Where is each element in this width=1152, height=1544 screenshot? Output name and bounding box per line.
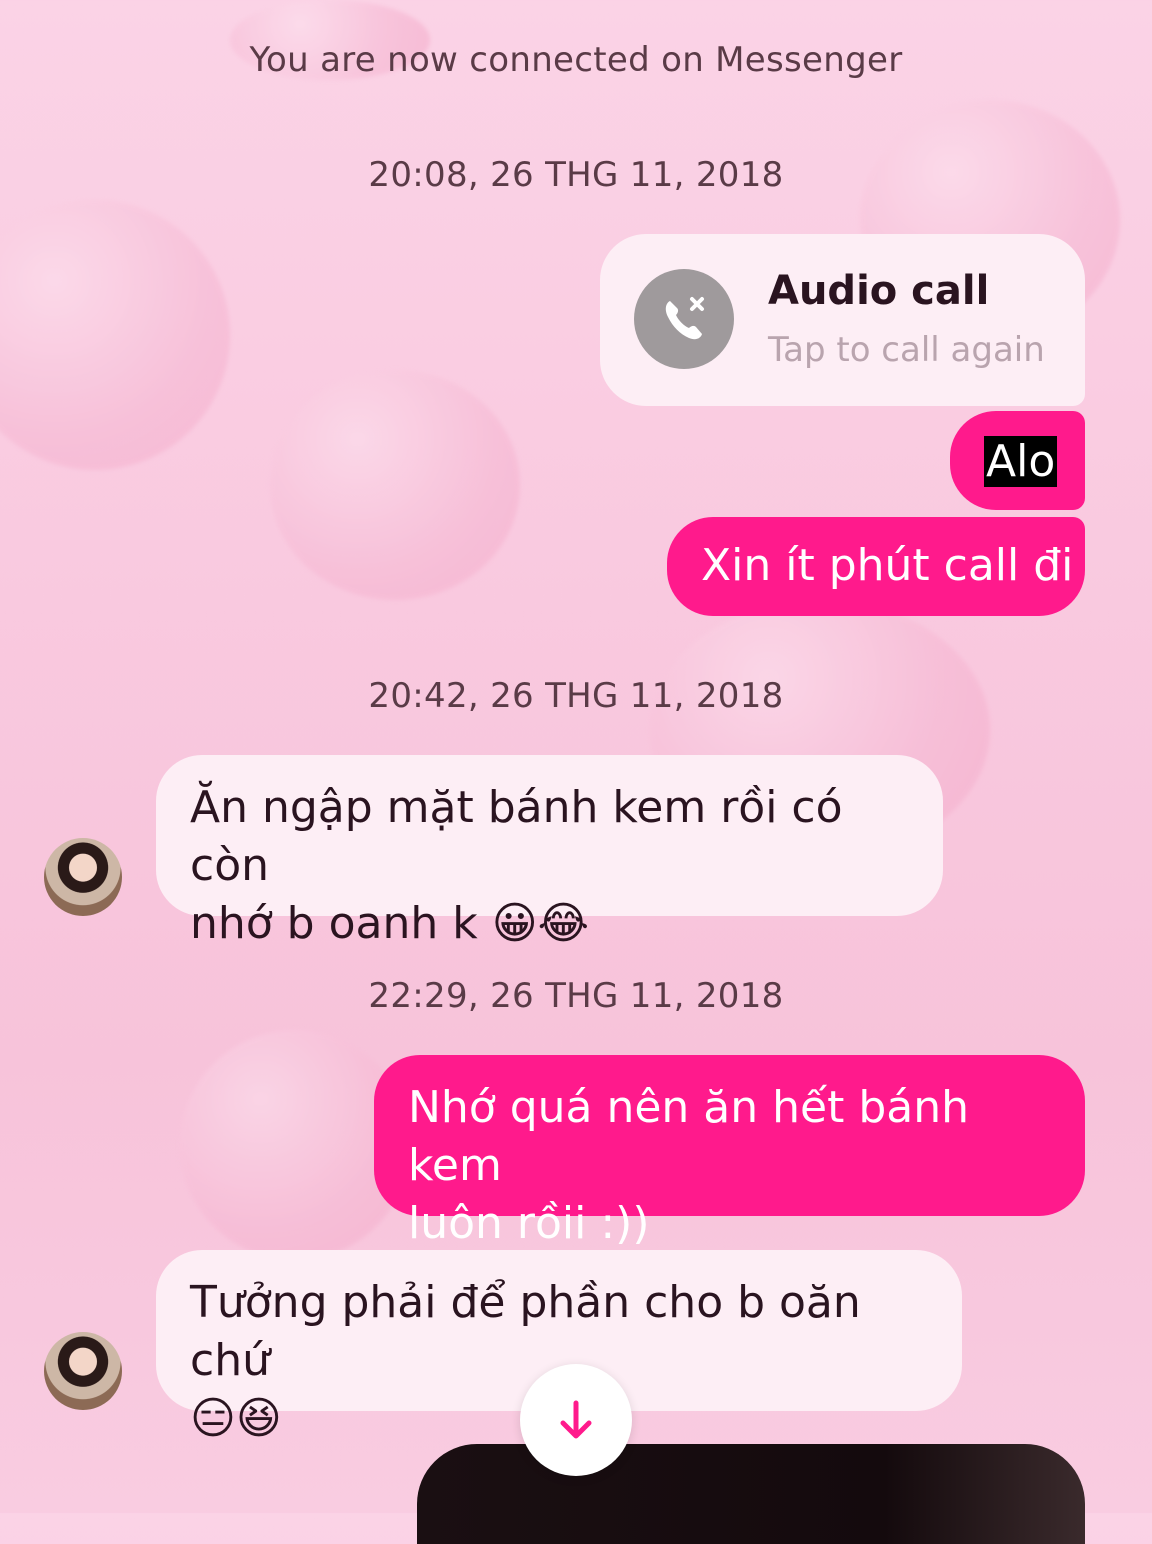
message-bubble-outgoing[interactable]: Nhớ quá nên ăn hết bánh kem luôn rồii :)… xyxy=(374,1055,1085,1249)
call-subtitle[interactable]: Tap to call again xyxy=(768,330,1045,370)
message-bubble-outgoing[interactable]: Alo xyxy=(950,411,1085,510)
message-bubble-outgoing[interactable]: Xin ít phút call đi xyxy=(667,517,1085,616)
timestamp: 20:08, 26 THG 11, 2018 xyxy=(368,155,784,195)
message-text-line2: luôn rồii :)) xyxy=(408,1198,650,1249)
media-message-preview[interactable] xyxy=(417,1444,1085,1544)
avatar[interactable] xyxy=(44,1332,122,1410)
audio-call-card[interactable]: Audio call Tap to call again xyxy=(600,234,1085,406)
call-title: Audio call xyxy=(768,268,990,314)
missed-call-icon xyxy=(634,269,734,369)
message-bubble-incoming[interactable]: Ăn ngập mặt bánh kem rồi có còn nhớ b oa… xyxy=(156,755,943,949)
arrow-down-icon xyxy=(560,1400,592,1439)
timestamp: 22:29, 26 THG 11, 2018 xyxy=(368,976,784,1016)
message-text: Alo xyxy=(984,436,1058,487)
message-text: Xin ít phút call đi xyxy=(701,540,1074,591)
background-heart xyxy=(0,200,230,470)
system-connected-message: You are now connected on Messenger xyxy=(249,40,903,80)
message-text-line2: nhớ b oanh k 😀😂 xyxy=(190,898,589,949)
message-text: Nhớ quá nên ăn hết bánh kem xyxy=(408,1082,969,1191)
timestamp: 20:42, 26 THG 11, 2018 xyxy=(368,676,784,716)
message-text: Ăn ngập mặt bánh kem rồi có còn xyxy=(190,782,843,891)
background-heart xyxy=(270,370,520,600)
avatar[interactable] xyxy=(44,838,122,916)
scroll-to-bottom-button[interactable] xyxy=(520,1364,632,1476)
